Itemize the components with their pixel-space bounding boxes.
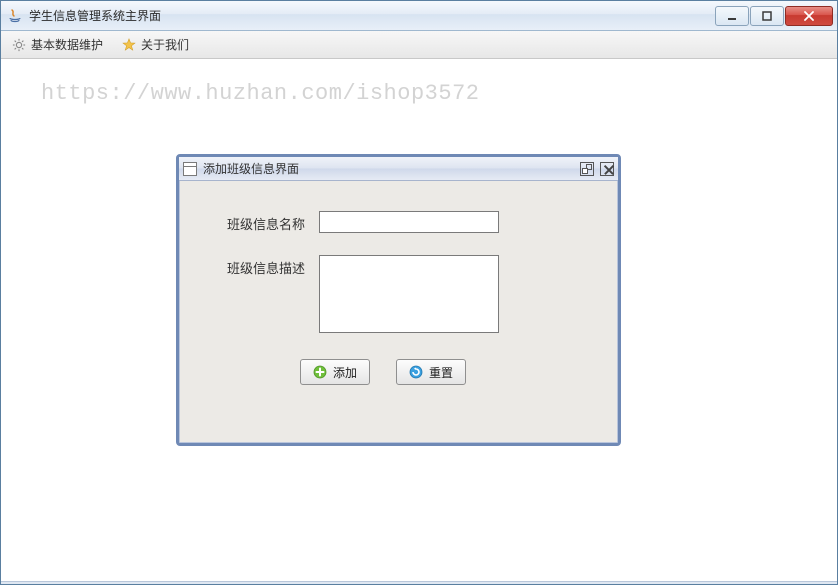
menu-label: 基本数据维护 <box>31 36 103 53</box>
internal-frame-title: 添加班级信息界面 <box>203 160 574 177</box>
button-row: 添加 重置 <box>300 359 592 385</box>
reset-icon <box>409 365 423 379</box>
maximize-button[interactable] <box>750 6 784 26</box>
window-bottom-border <box>1 581 837 584</box>
watermark-text: https://www.huzhan.com/ishop3572 <box>41 81 479 106</box>
star-icon <box>121 37 137 53</box>
button-label: 添加 <box>333 364 357 381</box>
window-controls <box>714 6 833 26</box>
java-icon <box>7 8 23 24</box>
titlebar[interactable]: 学生信息管理系统主界面 <box>1 1 837 31</box>
internal-frame-add-class[interactable]: 添加班级信息界面 班级信息名称 班级信息描述 <box>176 154 621 446</box>
close-button[interactable] <box>785 6 833 26</box>
internal-maximize-button[interactable] <box>580 162 594 176</box>
row-class-desc: 班级信息描述 <box>205 255 592 333</box>
client-area: https://www.huzhan.com/ishop3572 添加班级信息界… <box>1 59 837 581</box>
plus-icon <box>313 365 327 379</box>
menubar: 基本数据维护 关于我们 <box>1 31 837 59</box>
add-button[interactable]: 添加 <box>300 359 370 385</box>
internal-frame-body: 班级信息名称 班级信息描述 添加 <box>179 181 618 443</box>
input-class-desc[interactable] <box>319 255 499 333</box>
main-window: 学生信息管理系统主界面 <box>0 0 838 585</box>
minimize-button[interactable] <box>715 6 749 26</box>
menu-basic-data[interactable]: 基本数据维护 <box>7 34 107 55</box>
menu-label: 关于我们 <box>141 36 189 53</box>
button-label: 重置 <box>429 364 453 381</box>
window-icon <box>183 162 197 176</box>
menu-about[interactable]: 关于我们 <box>117 34 193 55</box>
label-class-desc: 班级信息描述 <box>205 255 305 277</box>
reset-button[interactable]: 重置 <box>396 359 466 385</box>
internal-frame-titlebar[interactable]: 添加班级信息界面 <box>179 157 618 181</box>
row-class-name: 班级信息名称 <box>205 211 592 233</box>
input-class-name[interactable] <box>319 211 499 233</box>
internal-close-button[interactable] <box>600 162 614 176</box>
gear-icon <box>11 37 27 53</box>
window-title: 学生信息管理系统主界面 <box>29 7 714 24</box>
label-class-name: 班级信息名称 <box>205 211 305 233</box>
